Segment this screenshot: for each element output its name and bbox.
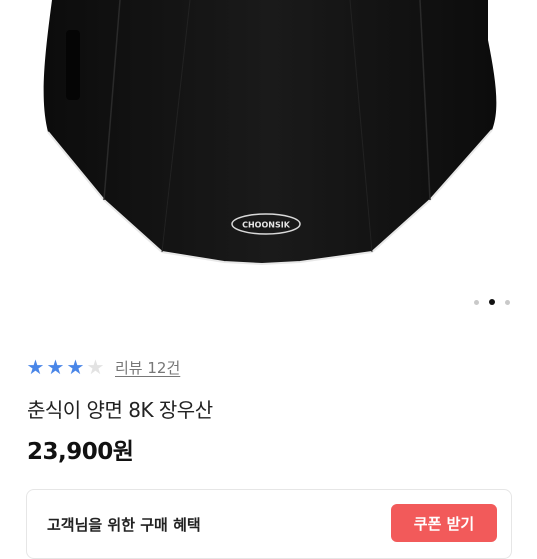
umbrella-image: CHOONSIK	[43, 0, 497, 266]
carousel-dot[interactable]	[505, 299, 510, 305]
star-filled-icon: ★	[66, 355, 85, 379]
star-filled-icon: ★	[46, 355, 65, 379]
benefit-title: 고객님을 위한 구매 혜택	[47, 516, 201, 534]
umbrella-logo: CHOONSIK	[242, 221, 291, 230]
review-count-link[interactable]: 리뷰 12건	[115, 357, 180, 378]
star-filled-icon: ★	[26, 355, 45, 379]
rating-row: ★ ★ ★ ★ 리뷰 12건	[26, 356, 181, 378]
product-image[interactable]: CHOONSIK	[0, 0, 537, 290]
star-empty-icon: ★	[86, 355, 105, 379]
carousel-indicator[interactable]	[474, 297, 510, 307]
star-rating: ★ ★ ★ ★	[26, 357, 105, 377]
product-title: 춘식이 양면 8K 장우산	[27, 398, 213, 422]
purchase-benefit-box: 고객님을 위한 구매 혜택 쿠폰 받기	[26, 489, 512, 559]
carousel-dot-active[interactable]	[489, 299, 495, 305]
carousel-dot[interactable]	[474, 299, 479, 305]
coupon-button[interactable]: 쿠폰 받기	[391, 504, 497, 542]
product-price: 23,900원	[27, 439, 134, 465]
